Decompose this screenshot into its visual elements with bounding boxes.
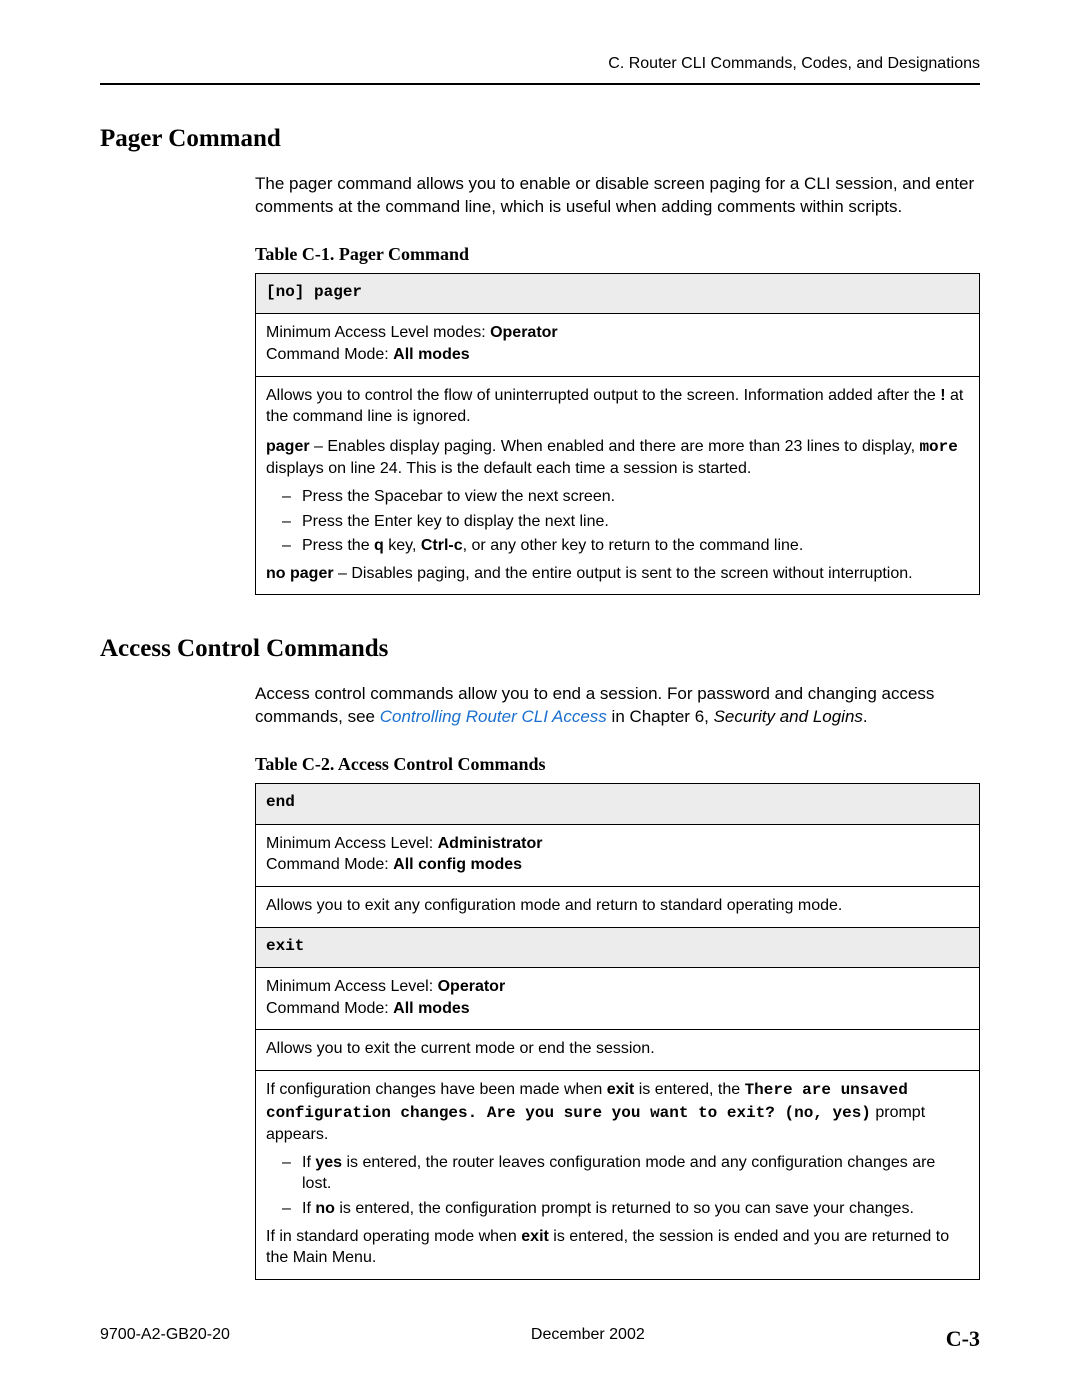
text: If <box>302 1154 315 1171</box>
text: is entered, the router leaves configurat… <box>302 1154 935 1193</box>
pager-instructions: Press the Spacebar to view the next scre… <box>266 486 969 557</box>
exit-bold: exit <box>521 1228 549 1245</box>
doc-date: December 2002 <box>531 1326 645 1352</box>
meta-min-value: Administrator <box>438 835 543 852</box>
section-title-access: Access Control Commands <box>100 635 980 663</box>
meta-mode-label: Command Mode: <box>266 1000 393 1017</box>
table-access-commands: end Minimum Access Level: Administrator … <box>255 783 980 1280</box>
exit-meta: Minimum Access Level: Operator Command M… <box>256 968 980 1030</box>
exit-list: If yes is entered, the router leaves con… <box>266 1152 969 1220</box>
intro-para: Access control commands allow you to end… <box>255 683 980 729</box>
section-title-pager: Pager Command <box>100 125 980 153</box>
meta-min-value: Operator <box>438 978 506 995</box>
pager-desc: – Enables display paging. When enabled a… <box>310 438 920 455</box>
list-item: If no is entered, the configuration prom… <box>302 1198 969 1220</box>
exit-bold: exit <box>607 1081 635 1098</box>
key-q: q <box>374 537 384 554</box>
yes-bold: yes <box>315 1154 342 1171</box>
meta-mode-value: All modes <box>393 1000 469 1017</box>
list-item: Press the Spacebar to view the next scre… <box>302 486 969 508</box>
cmd-meta: Minimum Access Level modes: Operator Com… <box>256 314 980 376</box>
cmd-header-end: end <box>256 784 980 825</box>
pager-label: pager <box>266 438 310 455</box>
table-pager-command: [no] pager Minimum Access Level modes: O… <box>255 273 980 596</box>
text: Press the <box>302 537 374 554</box>
end-desc: Allows you to exit any configuration mod… <box>256 887 980 928</box>
pager-desc: displays on line 24. This is the default… <box>266 460 751 477</box>
meta-mode-value: All config modes <box>393 856 522 873</box>
meta-min-value: Operator <box>490 324 558 341</box>
meta-min-label: Minimum Access Level: <box>266 978 438 995</box>
text: is entered, the <box>634 1081 744 1098</box>
nopager-desc: – Disables paging, and the entire output… <box>334 565 913 582</box>
text: in Chapter 6, <box>607 707 714 726</box>
table-caption-1: Table C-1. Pager Command <box>255 244 980 265</box>
more-label: more <box>919 438 957 456</box>
desc-text: Allows you to control the flow of uninte… <box>266 387 940 404</box>
page-number: C-3 <box>946 1326 980 1352</box>
meta-min-label: Minimum Access Level modes: <box>266 324 490 341</box>
meta-min-label: Minimum Access Level: <box>266 835 438 852</box>
cmd-header: [no] pager <box>256 273 980 314</box>
link-controlling-access[interactable]: Controlling Router CLI Access <box>380 707 607 726</box>
footer: 9700-A2-GB20-20 December 2002 C-3 <box>100 1326 980 1352</box>
text: key, <box>384 537 421 554</box>
text: If configuration changes have been made … <box>266 1081 607 1098</box>
header-rule <box>100 83 980 85</box>
section-body-access: Access control commands allow you to end… <box>255 683 980 1279</box>
text: If in standard operating mode when <box>266 1228 521 1245</box>
meta-mode-label: Command Mode: <box>266 856 393 873</box>
cmd-description: Allows you to control the flow of uninte… <box>256 376 980 595</box>
text: If <box>302 1200 315 1217</box>
header-breadcrumb: C. Router CLI Commands, Codes, and Desig… <box>100 55 980 73</box>
end-meta: Minimum Access Level: Administrator Comm… <box>256 824 980 886</box>
text: is entered, the configuration prompt is … <box>335 1200 914 1217</box>
text: . <box>863 707 868 726</box>
list-item: Press the Enter key to display the next … <box>302 511 969 533</box>
section-body-pager: The pager command allows you to enable o… <box>255 173 980 595</box>
cmd-header-exit: exit <box>256 927 980 968</box>
no-bold: no <box>315 1200 335 1217</box>
exit-desc1: Allows you to exit the current mode or e… <box>256 1030 980 1071</box>
meta-mode-label: Command Mode: <box>266 346 393 363</box>
key-ctrlc: Ctrl-c <box>421 537 463 554</box>
doc-number: 9700-A2-GB20-20 <box>100 1326 230 1352</box>
meta-mode-value: All modes <box>393 346 469 363</box>
exit-details: If configuration changes have been made … <box>256 1071 980 1280</box>
chapter-title: Security and Logins <box>714 707 863 726</box>
table-caption-2: Table C-2. Access Control Commands <box>255 754 980 775</box>
list-item: If yes is entered, the router leaves con… <box>302 1152 969 1195</box>
page: C. Router CLI Commands, Codes, and Desig… <box>0 0 1080 1397</box>
nopager-label: no pager <box>266 565 334 582</box>
list-item: Press the q key, Ctrl-c, or any other ke… <box>302 535 969 557</box>
text: , or any other key to return to the comm… <box>463 537 804 554</box>
intro-para: The pager command allows you to enable o… <box>255 173 980 219</box>
